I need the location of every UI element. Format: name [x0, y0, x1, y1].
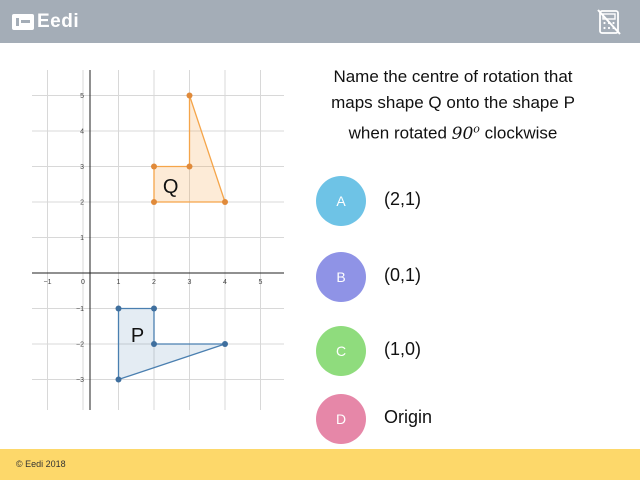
coordinate-graph: −1 0 1 2 3 4 5 5 4 3 2 1 −1 −2 −3 Q P	[32, 70, 284, 410]
eedi-logo[interactable]: Eedi	[12, 11, 79, 32]
shape-p-label: P	[131, 325, 144, 347]
rotation-angle-value: 90	[451, 123, 474, 144]
option-d-button[interactable]: D	[316, 394, 366, 444]
shape-p-vertex	[222, 341, 228, 347]
option-c-text: (1,0)	[384, 339, 422, 359]
question-line-3: when rotated 90o clockwise	[300, 116, 606, 147]
calculator-disabled-icon[interactable]	[596, 8, 622, 36]
y-tick-label: 4	[80, 129, 84, 136]
x-tick-label: 3	[188, 279, 192, 286]
option-a-button[interactable]: A	[316, 176, 366, 226]
shape-p-vertex	[115, 376, 122, 383]
answer-option-b[interactable]: B (0,1)	[316, 252, 616, 302]
shape-q-vertex	[151, 163, 157, 170]
option-b-button[interactable]: B	[316, 252, 366, 302]
question-line-3-start: when rotated	[348, 123, 447, 143]
y-tick-label: 3	[80, 164, 84, 171]
shape-q-vertex	[186, 92, 193, 99]
question-line-2: maps shape Q onto the shape P	[331, 93, 575, 112]
option-c-button[interactable]: C	[316, 326, 366, 376]
y-tick-label: 2	[80, 200, 84, 207]
shape-p-vertex	[115, 305, 122, 312]
eedi-logo-icon	[12, 13, 34, 30]
answer-option-d[interactable]: D Origin	[316, 394, 616, 444]
question-text: Name the centre of rotation that maps sh…	[300, 64, 606, 147]
option-b-text: (0,1)	[384, 265, 422, 285]
shape-q-vertex	[186, 163, 193, 170]
question-line-3-end: clockwise	[484, 123, 558, 143]
x-tick-label: 0	[81, 279, 85, 286]
y-tick-label: 5	[80, 93, 84, 100]
top-bar: Eedi	[0, 0, 640, 43]
x-tick-label: 5	[259, 279, 263, 286]
option-d-text: Origin	[384, 407, 433, 427]
x-tick-label: 1	[117, 279, 121, 286]
shape-p-vertex	[151, 341, 157, 347]
y-tick-label: −3	[76, 377, 84, 384]
rotation-angle: 90o	[451, 122, 480, 144]
x-tick-label: 2	[152, 279, 156, 286]
answer-option-a[interactable]: A (2,1)	[316, 176, 616, 226]
y-tick-label: −2	[76, 342, 84, 349]
answer-option-c[interactable]: C (1,0)	[316, 326, 616, 376]
shape-q-label: Q	[163, 176, 179, 198]
y-tick-label: −1	[76, 306, 84, 313]
footer-bar: © Eedi 2018	[0, 449, 640, 480]
question-line-1: Name the centre of rotation that	[333, 67, 573, 86]
x-tick-label: −1	[44, 279, 52, 286]
copyright-text: © Eedi 2018	[16, 459, 66, 469]
degree-symbol: o	[473, 122, 480, 135]
option-a-text: (2,1)	[384, 189, 422, 209]
shape-p-vertex	[151, 305, 157, 312]
y-tick-label: 1	[80, 235, 84, 242]
x-tick-label: 4	[223, 279, 227, 286]
shape-q-vertex	[151, 199, 157, 205]
logo-text: Eedi	[37, 10, 80, 32]
shape-q-vertex	[222, 199, 228, 205]
